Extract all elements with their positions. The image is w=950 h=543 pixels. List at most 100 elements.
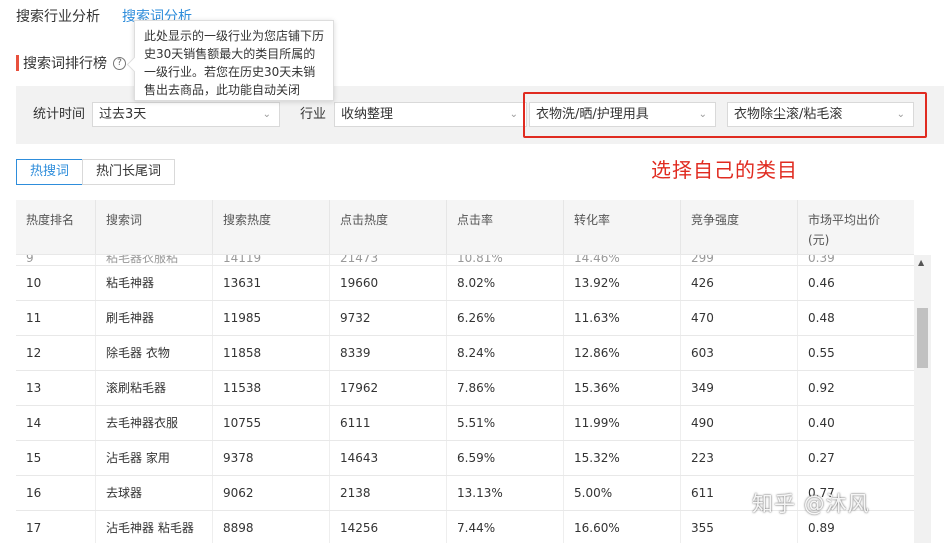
col-click-popularity[interactable]: 点击热度 xyxy=(330,200,447,254)
cell-search-popularity: 9378 xyxy=(213,441,330,475)
col-ctr[interactable]: 点击率 xyxy=(447,200,564,254)
cell-conversion-rate: 11.63% xyxy=(564,301,681,335)
table-header: 热度排名 搜索词 搜索热度 点击热度 点击率 转化率 竞争强度 市场平均出价(元… xyxy=(16,200,914,255)
cell-avg-bid: 0.46 xyxy=(808,276,835,290)
long-tail-terms-button[interactable]: 热门长尾词 xyxy=(82,159,176,185)
cell-ctr: 7.44% xyxy=(447,511,564,543)
cell-competition: 223 xyxy=(681,441,798,475)
col-avg-bid[interactable]: 市场平均出价(元) xyxy=(798,200,894,254)
cell-ctr: 8.24% xyxy=(447,336,564,370)
cell-search-term: 刷毛神器 xyxy=(96,301,213,335)
cell-click-popularity: 14256 xyxy=(330,511,447,543)
table-row-partial: 9 粘毛器衣服粘 14119 21473 10.81% 14.46% 299 0… xyxy=(16,255,914,266)
industry-select[interactable]: 收纳整理 ⌄ xyxy=(334,102,527,127)
cell-click-popularity: 6111 xyxy=(330,406,447,440)
cell-search-popularity: 8898 xyxy=(213,511,330,543)
cell-rank: 10 xyxy=(16,266,96,300)
cell-click-popularity: 14643 xyxy=(330,441,447,475)
cell-competition: 349 xyxy=(681,371,798,405)
word-type-toggle: 热搜词 热门长尾词 xyxy=(16,159,176,185)
table-row[interactable]: 13 滚刷粘毛器 11538 17962 7.86% 15.36% 349 0.92 xyxy=(16,371,914,406)
scroll-up-arrow-icon[interactable]: ▲ xyxy=(918,259,924,267)
tab-search-industry-analysis[interactable]: 搜索行业分析 xyxy=(16,6,100,30)
cell-click-popularity: 9732 xyxy=(330,301,447,335)
chevron-down-icon: ⌄ xyxy=(262,109,271,120)
watermark: 知乎 @沐风 xyxy=(752,492,870,516)
cell-ctr: 6.26% xyxy=(447,301,564,335)
cell-conversion-rate: 15.36% xyxy=(564,371,681,405)
cell-avg-bid: 0.55 xyxy=(808,346,835,360)
cell-search-term: 去毛神器衣服 xyxy=(96,406,213,440)
cell: 9 xyxy=(16,255,96,265)
cell-avg-bid: 0.92 xyxy=(808,381,835,395)
col-conversion-rate[interactable]: 转化率 xyxy=(564,200,681,254)
cell-competition: 470 xyxy=(681,301,798,335)
cell-search-popularity: 11985 xyxy=(213,301,330,335)
cell-ctr: 5.51% xyxy=(447,406,564,440)
col-rank[interactable]: 热度排名 xyxy=(16,200,96,254)
cell-competition: 426 xyxy=(681,266,798,300)
scrollbar-thumb[interactable] xyxy=(917,308,928,368)
title-accent-bar xyxy=(16,55,19,71)
cell-search-term: 粘毛神器 xyxy=(96,266,213,300)
cell-rank: 16 xyxy=(16,476,96,510)
table-scrollbar[interactable]: ▲ xyxy=(914,255,931,543)
annotation-text: 选择自己的类目 xyxy=(651,158,798,182)
cell-click-popularity: 17962 xyxy=(330,371,447,405)
cell-search-term: 除毛器 衣物 xyxy=(96,336,213,370)
table-row[interactable]: 12 除毛器 衣物 11858 8339 8.24% 12.86% 603 0.55 xyxy=(16,336,914,371)
industry-select-value: 收纳整理 xyxy=(341,107,394,122)
chevron-down-icon: ⌄ xyxy=(509,109,518,120)
table-row[interactable]: 14 去毛神器衣服 10755 6111 5.51% 11.99% 490 0.40 xyxy=(16,406,914,441)
cell-search-popularity: 10755 xyxy=(213,406,330,440)
cell-rank: 17 xyxy=(16,511,96,543)
col-search-term[interactable]: 搜索词 xyxy=(96,200,213,254)
cell-ctr: 6.59% xyxy=(447,441,564,475)
cell-rank: 15 xyxy=(16,441,96,475)
cell-search-term: 沾毛器 家用 xyxy=(96,441,213,475)
section-title: 搜索词排行榜 xyxy=(23,56,107,72)
cell-ctr: 7.86% xyxy=(447,371,564,405)
cell-search-popularity: 11858 xyxy=(213,336,330,370)
cell-search-popularity: 11538 xyxy=(213,371,330,405)
table-row[interactable]: 10 粘毛神器 13631 19660 8.02% 13.92% 426 0.46 xyxy=(16,266,914,301)
cell-click-popularity: 19660 xyxy=(330,266,447,300)
cell-rank: 12 xyxy=(16,336,96,370)
cell-competition: 490 xyxy=(681,406,798,440)
cell: 14119 xyxy=(213,255,330,265)
cell-avg-bid: 0.40 xyxy=(808,416,835,430)
table-row[interactable]: 15 沾毛器 家用 9378 14643 6.59% 15.32% 223 0.27 xyxy=(16,441,914,476)
cell-rank: 11 xyxy=(16,301,96,335)
table-row[interactable]: 11 刷毛神器 11985 9732 6.26% 11.63% 470 0.48 xyxy=(16,301,914,336)
cell-ctr: 8.02% xyxy=(447,266,564,300)
cell-search-popularity: 9062 xyxy=(213,476,330,510)
cell-conversion-rate: 5.00% xyxy=(564,476,681,510)
time-select[interactable]: 过去3天 ⌄ xyxy=(92,102,280,127)
section-header: 搜索词排行榜 ? xyxy=(16,54,126,72)
cell-rank: 13 xyxy=(16,371,96,405)
help-tooltip: 此处显示的一级行业为您店铺下历史30天销售额最大的类目所属的一级行业。若您在历史… xyxy=(134,20,334,101)
time-label: 统计时间 xyxy=(33,107,86,122)
cell: 299 xyxy=(681,255,798,265)
cell-conversion-rate: 11.99% xyxy=(564,406,681,440)
industry-label: 行业 xyxy=(300,107,327,122)
time-select-value: 过去3天 xyxy=(99,107,147,122)
cell: 0.39 xyxy=(808,255,835,265)
cell-competition: 603 xyxy=(681,336,798,370)
cell-conversion-rate: 15.32% xyxy=(564,441,681,475)
help-icon[interactable]: ? xyxy=(113,56,126,70)
col-search-popularity[interactable]: 搜索热度 xyxy=(213,200,330,254)
cell-avg-bid: 0.48 xyxy=(808,311,835,325)
cell: 14.46% xyxy=(564,255,681,265)
category-highlight-box xyxy=(523,92,927,138)
cell-search-term: 去球器 xyxy=(96,476,213,510)
cell: 粘毛器衣服粘 xyxy=(96,255,213,265)
cell-avg-bid: 0.27 xyxy=(808,451,835,465)
cell-search-popularity: 13631 xyxy=(213,266,330,300)
cell-search-term: 滚刷粘毛器 xyxy=(96,371,213,405)
cell: 10.81% xyxy=(447,255,564,265)
cell-conversion-rate: 12.86% xyxy=(564,336,681,370)
hot-search-terms-button[interactable]: 热搜词 xyxy=(16,159,84,185)
cell: 21473 xyxy=(330,255,447,265)
col-competition[interactable]: 竞争强度 xyxy=(681,200,798,254)
